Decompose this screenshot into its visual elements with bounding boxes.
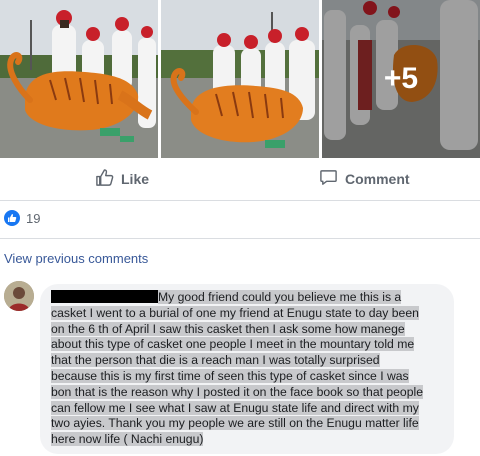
reaction-count: 19	[26, 210, 41, 226]
avatar[interactable]	[4, 281, 34, 311]
comment-body: My good friend could you believe me this…	[51, 290, 429, 448]
casket-photo-3[interactable]: +5	[322, 0, 480, 158]
thumbs-up-icon	[4, 210, 20, 226]
comment-text: My good friend could you believe me this…	[51, 290, 423, 447]
like-label: Like	[121, 171, 150, 187]
comment-button[interactable]: Comment	[319, 168, 410, 190]
more-photos-count: +5	[383, 62, 419, 95]
more-photos-overlay[interactable]: +5	[322, 0, 480, 158]
post-photo-grid: +5	[0, 0, 480, 158]
casket-photo-1[interactable]	[0, 0, 158, 158]
commenter-name-redacted[interactable]	[51, 290, 158, 303]
thumbs-up-icon	[95, 168, 114, 190]
divider	[0, 238, 480, 239]
reaction-summary[interactable]: 19	[4, 208, 40, 228]
comment-label: Comment	[345, 171, 410, 187]
post-action-bar: Like Comment	[0, 158, 480, 201]
like-button[interactable]: Like	[95, 168, 149, 190]
comment-icon	[319, 168, 338, 190]
view-previous-comments-link[interactable]: View previous comments	[4, 251, 148, 266]
casket-photo-2[interactable]	[161, 0, 319, 158]
